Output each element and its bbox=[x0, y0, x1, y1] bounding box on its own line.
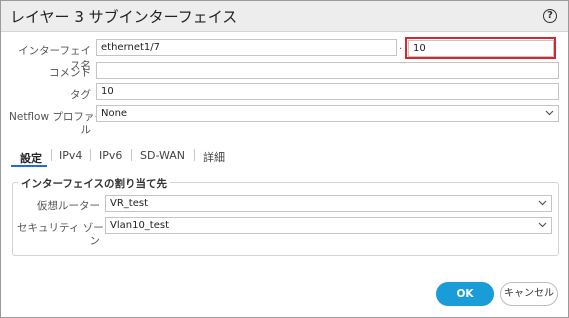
tag-label: タグ bbox=[70, 89, 91, 101]
virtual-router-select[interactable]: VR_test bbox=[105, 195, 552, 212]
tab-ipv4[interactable]: IPv4 bbox=[59, 149, 82, 162]
interface-separator: . bbox=[399, 41, 403, 52]
security-zone-select[interactable]: Vlan10_test bbox=[105, 217, 552, 234]
subinterface-highlight-box bbox=[405, 37, 556, 59]
netflow-profile-label-wrap: ル bbox=[80, 124, 92, 136]
layer3-subinterface-dialog: レイヤー 3 サブインターフェイス ? インターフェイス名 ethernet1/… bbox=[0, 0, 569, 318]
tab-settings[interactable]: 設定 bbox=[20, 150, 42, 166]
virtual-router-label: 仮想ルーター bbox=[37, 200, 100, 212]
tab-divider bbox=[194, 149, 195, 161]
tab-divider bbox=[90, 149, 91, 161]
chevron-down-icon bbox=[538, 220, 547, 228]
netflow-profile-value: None bbox=[101, 108, 128, 119]
virtual-router-value: VR_test bbox=[110, 198, 148, 209]
chevron-down-icon bbox=[538, 198, 547, 206]
cancel-button[interactable]: キャンセル bbox=[500, 282, 558, 306]
ok-button[interactable]: OK bbox=[436, 282, 494, 306]
dialog-titlebar: レイヤー 3 サブインターフェイス ? bbox=[1, 1, 568, 32]
interface-assignment-title: インターフェイスの割り当て先 bbox=[18, 176, 171, 191]
dialog-title: レイヤー 3 サブインターフェイス bbox=[10, 8, 238, 26]
tag-field[interactable]: 10 bbox=[96, 83, 559, 100]
active-tab-indicator bbox=[11, 165, 47, 167]
tab-ipv6[interactable]: IPv6 bbox=[99, 149, 122, 162]
tab-divider bbox=[51, 149, 52, 161]
tab-divider bbox=[131, 149, 132, 161]
tab-sd-wan[interactable]: SD-WAN bbox=[140, 149, 185, 162]
comment-field[interactable] bbox=[96, 62, 559, 79]
help-icon[interactable]: ? bbox=[543, 9, 557, 23]
chevron-down-icon bbox=[545, 108, 554, 116]
tab-advanced[interactable]: 詳細 bbox=[203, 149, 225, 165]
comment-label: コメント bbox=[49, 67, 91, 79]
security-zone-value: Vlan10_test bbox=[110, 220, 170, 231]
netflow-profile-select[interactable]: None bbox=[96, 105, 559, 122]
interface-name-field[interactable]: ethernet1/7 bbox=[96, 39, 397, 56]
security-zone-label-wrap: ン bbox=[89, 235, 101, 247]
